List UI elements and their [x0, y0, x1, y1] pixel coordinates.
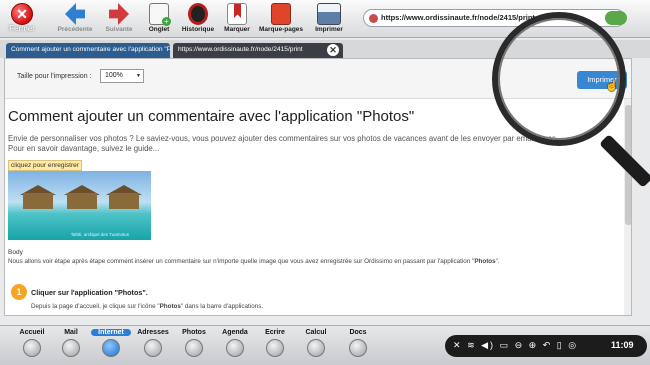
globe-icon — [102, 339, 120, 357]
dock-item-adresses[interactable]: Adresses — [133, 329, 173, 357]
dock-label: Internet — [91, 329, 131, 336]
steps-intro-bold: Photos — [474, 258, 496, 265]
printer-icon — [317, 3, 341, 25]
photos-icon — [185, 339, 203, 357]
dock-item-ecrire[interactable]: Ecrire — [255, 329, 295, 357]
dock-item-accueil[interactable]: Accueil — [12, 329, 52, 357]
dock-label: Calcul — [305, 329, 327, 336]
bookmark-icon — [227, 3, 247, 25]
dock-label: Mail — [64, 329, 78, 336]
close-button[interactable]: ✕ Fermer — [6, 3, 38, 33]
history-icon — [188, 3, 208, 25]
contacts-icon — [144, 339, 162, 357]
close-icon: ✕ — [11, 3, 33, 25]
calendar-icon — [226, 339, 244, 357]
wifi-icon[interactable]: ≋ — [467, 340, 477, 350]
intro-line-2: Pour en savoir davantage, suivez le guid… — [8, 143, 160, 153]
dropdown-arrow-icon: ▼ — [136, 73, 141, 79]
dock-item-calcul[interactable]: Calcul — [296, 329, 336, 357]
home-icon — [23, 339, 41, 357]
magnifier-lens — [492, 12, 626, 146]
dock-label: Agenda — [222, 329, 248, 336]
step-text-end: " dans la barre d'applications. — [180, 303, 264, 310]
tray-icons[interactable]: ✕ ≋ ◀) ▭ ⊖ ⊕ ↶ ▯ ◎ — [453, 340, 578, 351]
calculator-icon — [307, 339, 325, 357]
hut — [109, 193, 139, 209]
dock-item-mail[interactable]: Mail — [51, 329, 91, 357]
go-button[interactable] — [605, 11, 627, 25]
bookmarks-icon — [271, 3, 291, 25]
help-icon[interactable]: ◎ — [568, 340, 578, 350]
article-title: Comment ajouter un commentaire avec l'ap… — [8, 108, 415, 125]
steps-intro: Nous allons voir étape après étape comme… — [8, 258, 628, 265]
dock-item-agenda[interactable]: Agenda — [215, 329, 255, 357]
close-label: Fermer — [9, 24, 35, 33]
bookmark-button[interactable]: Marquer — [212, 3, 262, 33]
print-size-select[interactable]: 100% ▼ — [100, 69, 144, 83]
step-number-badge: 1 — [11, 284, 27, 300]
step-title: Cliquer sur l'application "Photos". — [31, 288, 148, 297]
dock-label: Adresses — [137, 329, 169, 336]
step-text: Depuis la page d'accueil, je clique sur … — [31, 303, 263, 310]
dock-label: Accueil — [19, 329, 45, 336]
site-icon — [369, 14, 378, 23]
body-label: Body — [8, 249, 23, 256]
step-text-bold: Photos — [159, 303, 181, 310]
tools-icon[interactable]: ✕ — [453, 340, 463, 350]
zoom-out-icon[interactable]: ⊖ — [515, 340, 525, 350]
clock: 11:09 — [611, 340, 634, 350]
tab-article[interactable]: Comment ajouter un commentaire avec l'ap… — [6, 43, 170, 58]
undo-icon[interactable]: ↶ — [543, 340, 553, 350]
write-icon — [266, 339, 284, 357]
photo-credit: Tahiti, archipel des Tuamotus — [70, 232, 129, 237]
dock-label: Ecrire — [265, 329, 285, 336]
bookmarks-button[interactable]: Marque-pages — [256, 3, 306, 33]
dock-item-photos[interactable]: Photos — [174, 329, 214, 357]
step-text-start: Depuis la page d'accueil, je clique sur … — [31, 303, 160, 310]
arrow-left-icon — [65, 3, 85, 25]
steps-intro-text: Nous allons voir étape après étape comme… — [8, 258, 475, 265]
bookmarks-label: Marque-pages — [258, 26, 304, 33]
zoom-in-icon[interactable]: ⊕ — [529, 340, 539, 350]
dock-item-docs[interactable]: Docs — [338, 329, 378, 357]
volume-icon[interactable]: ◀) — [481, 340, 495, 350]
print-size-value: 100% — [105, 72, 123, 79]
new-tab-icon: + — [149, 3, 171, 26]
mail-icon — [62, 339, 80, 357]
print-toolbar-button[interactable]: Imprimer — [304, 3, 354, 33]
battery-icon[interactable]: ▭ — [500, 340, 511, 350]
dock-label: Docs — [349, 329, 367, 336]
print-toolbar-label: Imprimer — [315, 26, 343, 33]
arrow-right-icon — [109, 3, 129, 25]
save-tooltip[interactable]: cliquez pour enregistrer — [8, 160, 82, 171]
tab-print[interactable]: https://www.ordissinaute.fr/node/2415/pr… — [173, 43, 343, 58]
url-text: https://www.ordissinaute.fr/node/2415/pr… — [381, 13, 535, 22]
previous-button[interactable]: Précédente — [50, 3, 100, 33]
close-tab-icon[interactable]: ✕ — [327, 44, 339, 56]
trash-icon[interactable]: ▯ — [557, 340, 564, 350]
steps-intro-end: ". — [495, 258, 500, 265]
hut — [23, 193, 53, 209]
previous-label: Précédente — [57, 26, 93, 33]
dock-item-internet[interactable]: Internet — [91, 329, 131, 357]
print-size-label: Taille pour l'impression : — [17, 73, 92, 80]
bookmark-label: Marquer — [224, 26, 250, 33]
documents-icon — [349, 339, 367, 357]
system-tray: ✕ ≋ ◀) ▭ ⊖ ⊕ ↶ ▯ ◎ 11:09 — [445, 335, 647, 357]
article-photo[interactable]: Tahiti, archipel des Tuamotus — [8, 171, 151, 240]
dock-label: Photos — [182, 329, 206, 336]
hut — [67, 193, 97, 209]
